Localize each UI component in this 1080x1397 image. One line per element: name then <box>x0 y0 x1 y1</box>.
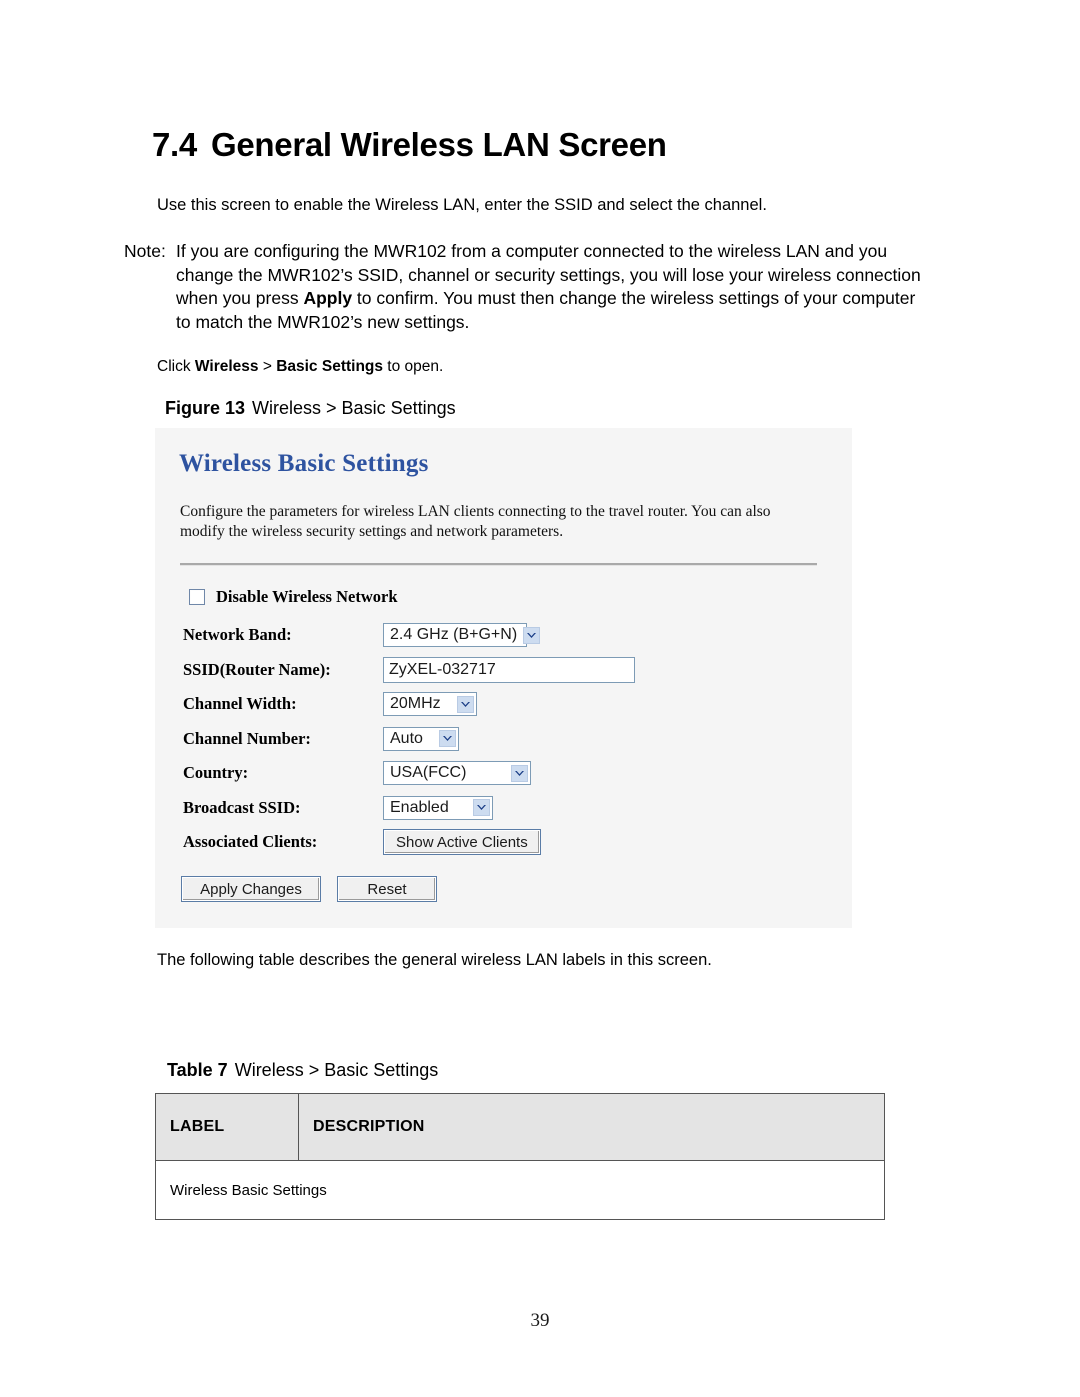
label-broadcast-ssid: Broadcast SSID: <box>183 797 301 817</box>
label-channel-number: Channel Number: <box>183 728 311 748</box>
disable-wireless-checkbox[interactable] <box>189 589 205 605</box>
field-row-network-band: Network Band: 2.4 GHz (B+G+N) <box>183 618 843 653</box>
table-cell-label: Wireless Basic Settings <box>155 1160 885 1220</box>
reset-button[interactable]: Reset <box>337 876 437 902</box>
note-block: Note: If you are configuring the MWR102 … <box>124 240 924 334</box>
menu-path-wireless: Wireless <box>194 358 259 375</box>
broadcast-ssid-value: Enabled <box>390 798 449 816</box>
channel-number-select[interactable]: Auto <box>383 726 459 751</box>
label-network-band: Network Band: <box>183 625 292 645</box>
field-row-country: Country: USA(FCC) <box>183 756 843 791</box>
ui-divider <box>180 563 817 566</box>
table-caption: Table 7 Wireless > Basic Settings <box>167 1060 438 1081</box>
apply-changes-button[interactable]: Apply Changes <box>181 876 321 902</box>
document-page: 7.4 General Wireless LAN Screen Use this … <box>0 0 1080 1397</box>
panel-action-buttons: Apply Changes Reset <box>181 876 437 902</box>
network-band-select[interactable]: 2.4 GHz (B+G+N) <box>383 623 541 648</box>
control-associated-clients: Show Active Clients <box>383 829 541 856</box>
settings-form: Network Band: 2.4 GHz (B+G+N) SSID(Route… <box>183 618 843 860</box>
table-body: Wireless Basic Settings <box>155 1160 885 1220</box>
figure-number: Figure 13 <box>165 398 246 418</box>
label-country: Country: <box>183 763 249 783</box>
field-row-channel-width: Channel Width: 20MHz <box>183 687 843 722</box>
label-associated-clients: Associated Clients: <box>183 832 318 852</box>
chevron-down-icon <box>523 626 541 644</box>
control-channel-number: Auto <box>383 726 459 751</box>
disable-wireless-label: Disable Wireless Network <box>216 587 398 606</box>
chevron-down-icon <box>473 799 490 817</box>
intro-paragraph: Use this screen to enable the Wireless L… <box>157 196 767 214</box>
channel-width-value: 20MHz <box>390 695 441 713</box>
section-title-text: General Wireless LAN Screen <box>210 126 667 163</box>
field-row-broadcast-ssid: Broadcast SSID: Enabled <box>183 791 843 826</box>
control-country: USA(FCC) <box>383 761 531 786</box>
click-instruction: Click Wireless > Basic Settings to open. <box>157 358 443 376</box>
control-channel-width: 20MHz <box>383 692 477 717</box>
ssid-input[interactable] <box>383 656 635 683</box>
table-header-label: LABEL <box>155 1093 299 1161</box>
ui-panel-title: Wireless Basic Settings <box>179 450 429 477</box>
figure-caption: Figure 13 Wireless > Basic Settings <box>165 398 456 419</box>
section-number: 7.4 <box>152 126 197 163</box>
channel-number-value: Auto <box>390 729 423 747</box>
note-emphasis-apply: Apply <box>303 288 353 308</box>
router-ui-screenshot: Wireless Basic Settings Configure the pa… <box>155 428 852 928</box>
table-number: Table 7 <box>167 1060 228 1080</box>
table-head: LABEL DESCRIPTION <box>155 1093 885 1161</box>
table-row: Wireless Basic Settings <box>155 1160 885 1220</box>
table-header-description: DESCRIPTION <box>298 1093 885 1161</box>
figure-title: Wireless > Basic Settings <box>252 398 456 418</box>
control-network-band: 2.4 GHz (B+G+N) <box>383 623 541 648</box>
table-title: Wireless > Basic Settings <box>234 1060 439 1080</box>
show-active-clients-button[interactable]: Show Active Clients <box>383 829 541 856</box>
ui-panel-description: Configure the parameters for wireless LA… <box>180 503 771 540</box>
control-broadcast-ssid: Enabled <box>383 795 493 820</box>
channel-width-select[interactable]: 20MHz <box>383 692 477 717</box>
click-prefix: Click <box>157 358 195 375</box>
disable-wireless-network-row[interactable]: Disable Wireless Network <box>189 587 398 607</box>
chevron-down-icon <box>439 730 456 748</box>
label-channel-width: Channel Width: <box>183 694 297 714</box>
field-row-ssid: SSID(Router Name): <box>183 653 843 688</box>
network-band-value: 2.4 GHz (B+G+N) <box>390 626 518 644</box>
country-select[interactable]: USA(FCC) <box>383 761 531 786</box>
labels-description-table: LABEL DESCRIPTION Wireless Basic Setting… <box>155 1093 885 1220</box>
follow-sentence: The following table describes the genera… <box>157 951 712 969</box>
broadcast-ssid-select[interactable]: Enabled <box>383 795 493 820</box>
chevron-down-icon <box>457 695 474 713</box>
note-body: If you are configuring the MWR102 from a… <box>176 240 924 334</box>
click-suffix: to open. <box>383 358 444 375</box>
menu-path-separator: > <box>258 358 277 375</box>
control-ssid <box>383 656 635 683</box>
table-header-row: LABEL DESCRIPTION <box>155 1093 885 1161</box>
field-row-associated-clients: Associated Clients: Show Active Clients <box>183 825 843 860</box>
page-title: 7.4 General Wireless LAN Screen <box>152 126 667 164</box>
page-number: 39 <box>530 1310 550 1331</box>
menu-path-basic-settings: Basic Settings <box>276 358 383 375</box>
note-label: Note: <box>124 241 166 261</box>
country-value: USA(FCC) <box>390 764 467 782</box>
label-ssid: SSID(Router Name): <box>183 659 331 679</box>
field-row-channel-number: Channel Number: Auto <box>183 722 843 757</box>
chevron-down-icon <box>511 764 528 782</box>
